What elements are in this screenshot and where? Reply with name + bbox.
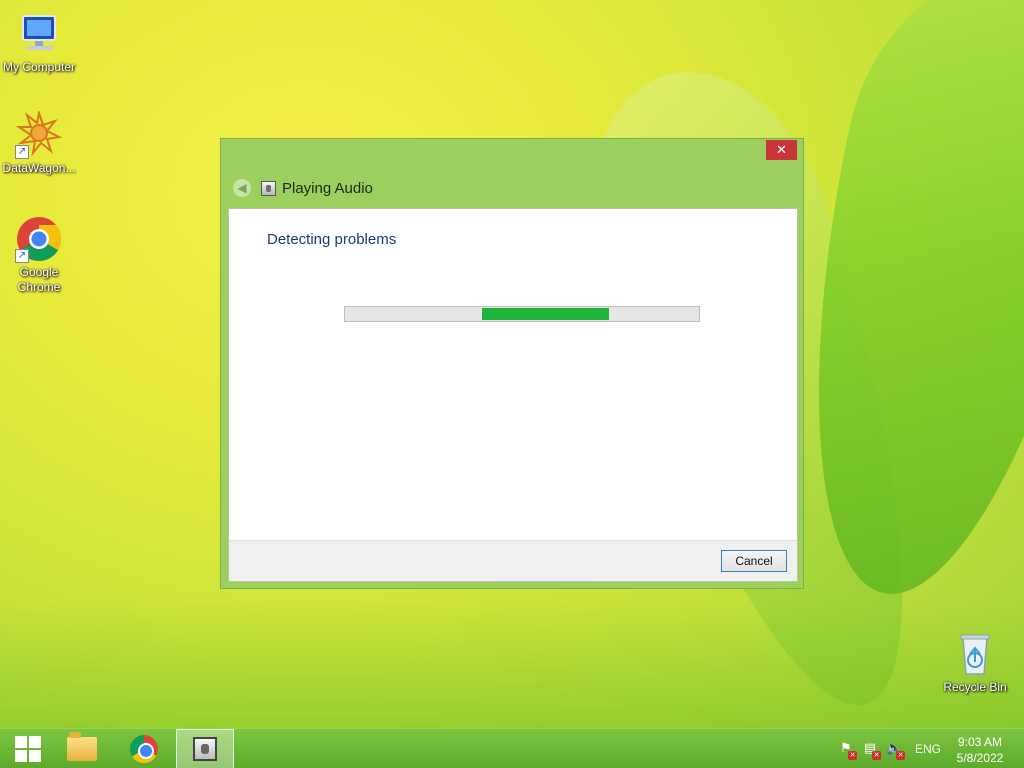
desktop-icon-datawagon[interactable]: ↗ DataWagon...	[1, 109, 77, 176]
progress-bar-fill	[482, 308, 610, 320]
network-icon[interactable]: ▤ ✕	[862, 741, 881, 760]
dialog-title: Playing Audio	[282, 179, 373, 197]
dialog-content: Detecting problems Cancel	[228, 208, 798, 582]
chrome-icon: ↗	[15, 215, 63, 263]
start-button[interactable]	[0, 729, 56, 768]
taskbar: ⚑ ✕ ▤ ✕ 🔈 ✕ ENG 9:03 AM 5/8/2022	[0, 728, 1024, 768]
desktop-icon-label: Recycle Bin	[943, 680, 1007, 694]
computer-icon	[15, 10, 63, 58]
shortcut-arrow-icon: ↗	[15, 249, 29, 263]
taskbar-file-explorer[interactable]	[54, 729, 110, 768]
volume-muted-icon[interactable]: 🔈 ✕	[886, 741, 905, 760]
chrome-icon	[130, 735, 158, 763]
back-arrow-icon[interactable]: ◀	[233, 179, 251, 197]
taskbar-chrome[interactable]	[116, 729, 172, 768]
wallpaper-glow	[0, 600, 1024, 730]
dialog-titlebar: ◀ Playing Audio	[233, 177, 373, 199]
desktop-icon-recycle-bin[interactable]: Recycle Bin	[937, 630, 1013, 695]
shortcut-arrow-icon: ↗	[15, 145, 29, 159]
close-button[interactable]: ✕	[766, 140, 797, 160]
dialog-footer: Cancel	[229, 540, 797, 581]
windows-logo-icon	[15, 736, 41, 762]
desktop-icon-label: Google Chrome	[17, 265, 61, 294]
cancel-button[interactable]: Cancel	[721, 550, 787, 572]
desktop-icon-label: My Computer	[2, 60, 76, 74]
action-center-flag-icon[interactable]: ⚑ ✕	[838, 741, 857, 760]
audio-troubleshooter-icon	[261, 180, 276, 196]
progress-bar	[344, 306, 700, 322]
audio-troubleshooter-icon	[193, 737, 217, 761]
desktop-icon-label: DataWagon...	[2, 161, 76, 175]
folder-icon	[67, 732, 97, 761]
playing-audio-dialog: ✕ ◀ Playing Audio Detecting problems Can…	[220, 138, 804, 589]
desktop-icon-google-chrome[interactable]: ↗ Google Chrome	[1, 215, 77, 295]
desktop-icon-my-computer[interactable]: My Computer	[1, 10, 77, 75]
clock-date: 5/8/2022	[956, 751, 1004, 765]
recycle-bin-icon	[951, 630, 999, 678]
clock[interactable]: 9:03 AM 5/8/2022	[950, 734, 1010, 766]
clock-time: 9:03 AM	[957, 735, 1003, 749]
taskbar-playing-audio[interactable]	[176, 729, 234, 768]
status-heading: Detecting problems	[267, 231, 397, 248]
language-indicator[interactable]: ENG	[915, 742, 941, 756]
datawagon-icon: ↗	[15, 109, 63, 159]
